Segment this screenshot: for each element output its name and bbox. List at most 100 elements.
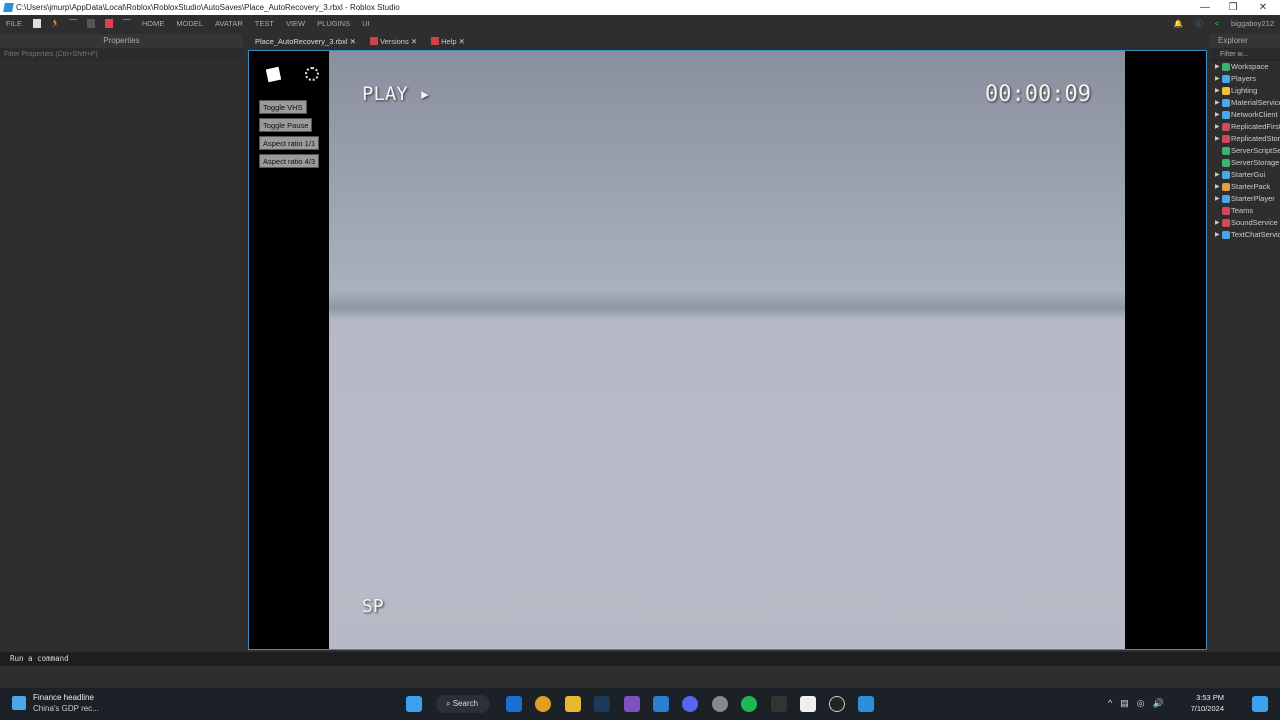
menu-plugins[interactable]: PLUGINS [317, 19, 350, 28]
chrome-profile-icon[interactable] [712, 696, 728, 712]
timer: 00:00:09 [985, 82, 1091, 107]
close-tab-icon[interactable]: ✕ [459, 37, 465, 46]
clock-date[interactable]: 7/10/2024 [1184, 704, 1224, 713]
close-tab-icon[interactable]: ✕ [350, 37, 356, 46]
redo-icon[interactable] [68, 19, 77, 28]
expand-arrow-icon[interactable]: ▶ [1215, 109, 1220, 121]
minimize-button[interactable]: — [1190, 0, 1220, 15]
spotify-icon[interactable] [741, 696, 757, 712]
stop-icon[interactable] [104, 19, 113, 28]
service-icon [1222, 195, 1230, 203]
explorer-filter-input[interactable]: Filter w... [1210, 48, 1280, 61]
expand-arrow-icon[interactable]: ▶ [1215, 133, 1220, 145]
expand-arrow-icon[interactable]: ▶ [1215, 193, 1220, 205]
explorer-item[interactable]: ▶ StarterGui [1210, 169, 1280, 181]
obs-icon[interactable] [829, 696, 845, 712]
start-icon[interactable] [406, 696, 422, 712]
steam-icon[interactable] [594, 696, 610, 712]
menu-file[interactable]: FILE [6, 19, 22, 28]
copilot-icon[interactable] [1252, 696, 1268, 712]
menu-avatar[interactable]: AVATAR [215, 19, 243, 28]
expand-arrow-icon[interactable]: ▶ [1215, 217, 1220, 229]
menu-ui[interactable]: UI [362, 19, 370, 28]
run-icon[interactable]: 🏃 [51, 19, 60, 28]
expand-arrow-icon[interactable]: ▶ [1215, 181, 1220, 193]
service-icon [1222, 219, 1230, 227]
chrome-icon[interactable] [535, 696, 551, 712]
user-menu[interactable]: biggaboy212 [1231, 19, 1274, 28]
menu-view[interactable]: VIEW [286, 19, 305, 28]
file-explorer-icon[interactable] [565, 696, 581, 712]
notifications-icon[interactable]: 🔔 [1174, 19, 1183, 28]
search-button[interactable]: ⌕ Search [436, 695, 490, 713]
maximize-button[interactable]: ❐ [1218, 0, 1248, 15]
tab-help[interactable]: Help ✕ [424, 34, 472, 49]
explorer-item[interactable]: ▶ ReplicatedStorage [1210, 133, 1280, 145]
clock-time[interactable]: 3:53 PM [1188, 693, 1224, 702]
news-icon[interactable] [12, 696, 26, 710]
system-tray-icons[interactable]: ^▤◎🔊 [1108, 698, 1172, 709]
service-icon [1222, 207, 1230, 215]
explorer-item[interactable]: ▶ StarterPack [1210, 181, 1280, 193]
info-icon[interactable]: ⓘ [1195, 18, 1203, 29]
explorer-item[interactable]: ServerStorage [1210, 157, 1280, 169]
service-icon [1222, 99, 1230, 107]
client-icon[interactable] [86, 19, 95, 28]
explorer-item[interactable]: ▶ MaterialService [1210, 97, 1280, 109]
explorer-item-label: NetworkClient [1231, 110, 1278, 119]
explorer-item[interactable]: Teams [1210, 205, 1280, 217]
7zip-icon[interactable] [800, 696, 816, 712]
tab-label: Place_AutoRecovery_3.rbxl [255, 37, 348, 46]
aspect-ratio-4-3-button[interactable]: Aspect ratio 4/3 [259, 154, 320, 168]
explorer-item[interactable]: ▶ StarterPlayer [1210, 193, 1280, 205]
command-input[interactable]: Run a command [10, 654, 69, 663]
menu-test[interactable]: TEST [255, 19, 274, 28]
document-tabs: Place_AutoRecovery_3.rbxl ✕ Versions ✕ H… [248, 34, 1208, 49]
defender-icon[interactable] [506, 696, 522, 712]
expand-arrow-icon[interactable]: ▶ [1215, 85, 1220, 97]
explorer-item[interactable]: ▶ Players [1210, 73, 1280, 85]
explorer-item[interactable]: ▶ TextChatService [1210, 229, 1280, 241]
news-title[interactable]: Finance headline [33, 693, 94, 702]
undo-icon[interactable] [122, 19, 131, 28]
expand-arrow-icon[interactable]: ▶ [1215, 229, 1220, 241]
game-viewport[interactable]: Toggle VHS Toggle Pause Aspect ratio 1/1… [248, 50, 1207, 650]
news-subtitle[interactable]: China's GDP rec... [33, 704, 99, 713]
close-tab-icon[interactable]: ✕ [411, 37, 417, 46]
command-bar[interactable]: Run a command [0, 652, 1280, 666]
expand-arrow-icon[interactable]: ▶ [1215, 169, 1220, 181]
roblox-studio-taskbar-icon[interactable] [858, 696, 874, 712]
selfview-icon[interactable] [305, 67, 319, 81]
toggle-vhs-button[interactable]: Toggle VHS [259, 100, 307, 114]
filter-properties-input[interactable] [0, 48, 243, 61]
expand-arrow-icon[interactable]: ▶ [1215, 73, 1220, 85]
aspect-ratio-1-1-button[interactable]: Aspect ratio 1/1 [259, 136, 320, 150]
menu-home[interactable]: HOME [142, 19, 165, 28]
discord-icon[interactable] [682, 696, 698, 712]
tab-place[interactable]: Place_AutoRecovery_3.rbxl ✕ [248, 34, 363, 49]
toggle-pause-button[interactable]: Toggle Pause [259, 118, 313, 132]
expand-arrow-icon[interactable]: ▶ [1215, 61, 1220, 73]
explorer-item[interactable]: ▶ Lighting [1210, 85, 1280, 97]
properties-panel: Properties [0, 34, 243, 650]
menu-model[interactable]: MODEL [176, 19, 203, 28]
close-window-button[interactable]: ✕ [1248, 0, 1278, 15]
explorer-item-label: StarterGui [1231, 170, 1266, 179]
share-icon[interactable]: < [1215, 19, 1219, 28]
explorer-item[interactable]: ▶ Workspace [1210, 61, 1280, 73]
tab-versions[interactable]: Versions ✕ [363, 34, 424, 49]
search-label: Search [452, 699, 479, 708]
visual-studio-icon[interactable] [624, 696, 640, 712]
tab-label: Versions [379, 37, 409, 46]
vscode-icon[interactable] [653, 696, 669, 712]
roblox-menu-icon[interactable] [265, 66, 282, 83]
explorer-item[interactable]: ▶ NetworkClient [1210, 109, 1280, 121]
service-icon [1222, 183, 1230, 191]
explorer-item[interactable]: ▶ ReplicatedFirst [1210, 121, 1280, 133]
new-file-icon[interactable] [32, 19, 41, 28]
app-icon[interactable] [771, 696, 787, 712]
expand-arrow-icon[interactable]: ▶ [1215, 121, 1220, 133]
explorer-item[interactable]: ServerScriptService [1210, 145, 1280, 157]
expand-arrow-icon[interactable]: ▶ [1215, 97, 1220, 109]
explorer-item[interactable]: ▶ SoundService [1210, 217, 1280, 229]
